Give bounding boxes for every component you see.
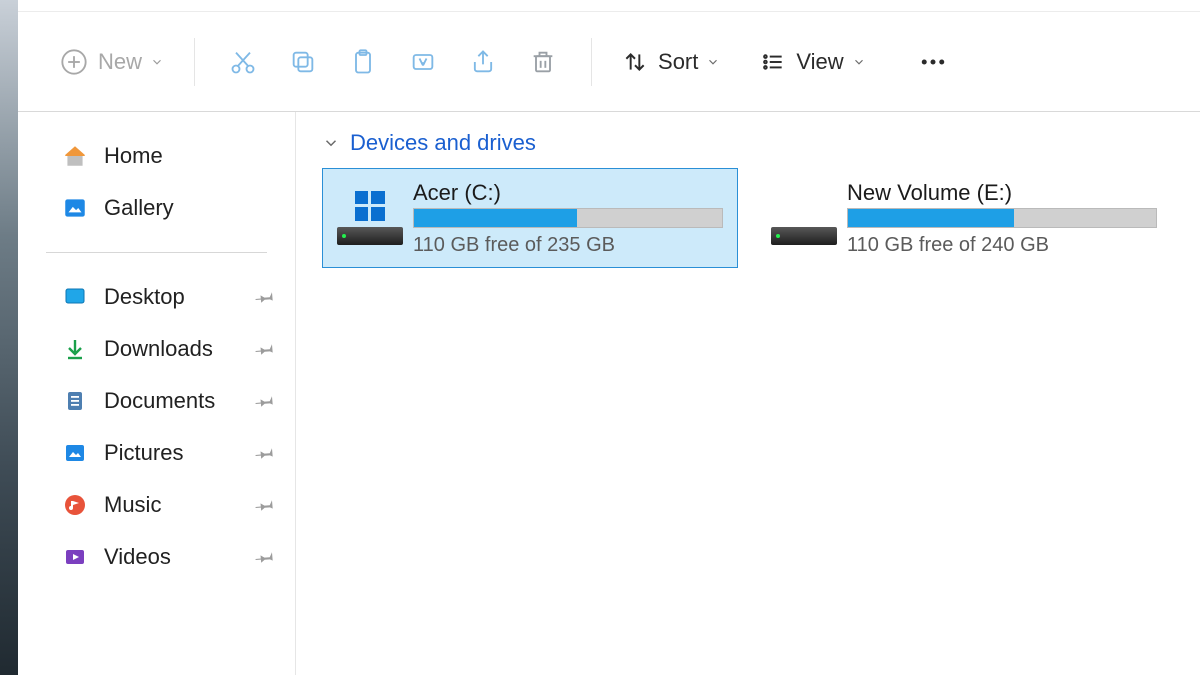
share-button[interactable] [453, 32, 513, 92]
new-label: New [98, 49, 142, 75]
drive-icon [761, 191, 847, 245]
drive-icon [327, 191, 413, 245]
toolbar: New [18, 12, 1200, 112]
document-icon [62, 388, 88, 414]
sidebar-item-label: Videos [104, 544, 171, 570]
sidebar-item-pictures[interactable]: Pictures [18, 427, 295, 479]
drive-tile-e[interactable]: New Volume (E:) 110 GB free of 240 GB [756, 168, 1172, 268]
sidebar-item-gallery[interactable]: Gallery [18, 182, 295, 234]
scissors-icon [229, 48, 257, 76]
copy-button[interactable] [273, 32, 333, 92]
paste-button[interactable] [333, 32, 393, 92]
sidebar-item-videos[interactable]: Videos [18, 531, 295, 583]
titlebar-gap [18, 0, 1200, 12]
content-area: Devices and drives Acer (C:) 110 GB free… [296, 112, 1200, 675]
pin-icon [253, 492, 278, 517]
sidebar: Home Gallery Desktop [18, 112, 296, 675]
drives-row: Acer (C:) 110 GB free of 235 GB New V [322, 168, 1174, 268]
share-icon [469, 48, 497, 76]
clipboard-icon [349, 48, 377, 76]
sidebar-item-documents[interactable]: Documents [18, 375, 295, 427]
videos-icon [62, 544, 88, 570]
sidebar-item-downloads[interactable]: Downloads [18, 323, 295, 375]
toolbar-separator [194, 38, 195, 86]
pictures-icon [62, 440, 88, 466]
view-label: View [796, 49, 843, 75]
chevron-down-icon [150, 55, 164, 69]
body: Home Gallery Desktop [18, 112, 1200, 675]
hdd-icon [771, 227, 837, 245]
drive-status: 110 GB free of 240 GB [847, 234, 1157, 257]
copy-icon [289, 48, 317, 76]
home-icon [62, 143, 88, 169]
drive-name: New Volume (E:) [847, 180, 1157, 206]
cut-button[interactable] [213, 32, 273, 92]
drive-info: New Volume (E:) 110 GB free of 240 GB [847, 180, 1157, 257]
plus-circle-icon [60, 48, 88, 76]
sort-icon [622, 49, 648, 75]
file-explorer-window: New [18, 0, 1200, 675]
desktop-icon [62, 284, 88, 310]
drive-info: Acer (C:) 110 GB free of 235 GB [413, 180, 723, 257]
delete-button[interactable] [513, 32, 573, 92]
sidebar-item-home[interactable]: Home [18, 130, 295, 182]
capacity-fill [414, 209, 577, 227]
sidebar-item-label: Documents [104, 388, 215, 414]
sidebar-item-label: Music [104, 492, 161, 518]
chevron-down-icon [852, 55, 866, 69]
chevron-down-icon [322, 134, 340, 152]
gallery-icon [62, 195, 88, 221]
drive-name: Acer (C:) [413, 180, 723, 206]
sidebar-item-label: Gallery [104, 195, 174, 221]
ellipsis-icon [918, 47, 948, 77]
sidebar-item-desktop[interactable]: Desktop [18, 271, 295, 323]
sort-label: Sort [658, 49, 698, 75]
sort-button[interactable]: Sort [610, 32, 732, 92]
pin-icon [253, 440, 278, 465]
drive-tile-c[interactable]: Acer (C:) 110 GB free of 235 GB [322, 168, 738, 268]
toolbar-separator [591, 38, 592, 86]
trash-icon [529, 48, 557, 76]
drive-status: 110 GB free of 235 GB [413, 234, 723, 257]
sidebar-item-music[interactable]: Music [18, 479, 295, 531]
capacity-bar [413, 208, 723, 228]
sidebar-item-label: Downloads [104, 336, 213, 362]
sidebar-item-label: Desktop [104, 284, 185, 310]
music-icon [62, 492, 88, 518]
pin-icon [253, 388, 278, 413]
download-icon [62, 336, 88, 362]
group-title: Devices and drives [350, 130, 536, 156]
chevron-down-icon [706, 55, 720, 69]
sidebar-item-label: Home [104, 143, 163, 169]
desktop-wallpaper-sliver [0, 0, 18, 675]
new-button[interactable]: New [48, 32, 176, 92]
rename-button[interactable] [393, 32, 453, 92]
view-icon [760, 49, 786, 75]
sidebar-divider [46, 252, 267, 253]
windows-icon [355, 191, 385, 221]
capacity-bar [847, 208, 1157, 228]
capacity-fill [848, 209, 1014, 227]
more-button[interactable] [906, 32, 960, 92]
view-button[interactable]: View [748, 32, 877, 92]
pin-icon [253, 336, 278, 361]
group-header-devices[interactable]: Devices and drives [322, 130, 1174, 156]
pin-icon [253, 284, 278, 309]
hdd-icon [337, 227, 403, 245]
rename-icon [409, 48, 437, 76]
sidebar-item-label: Pictures [104, 440, 183, 466]
pin-icon [253, 544, 278, 569]
